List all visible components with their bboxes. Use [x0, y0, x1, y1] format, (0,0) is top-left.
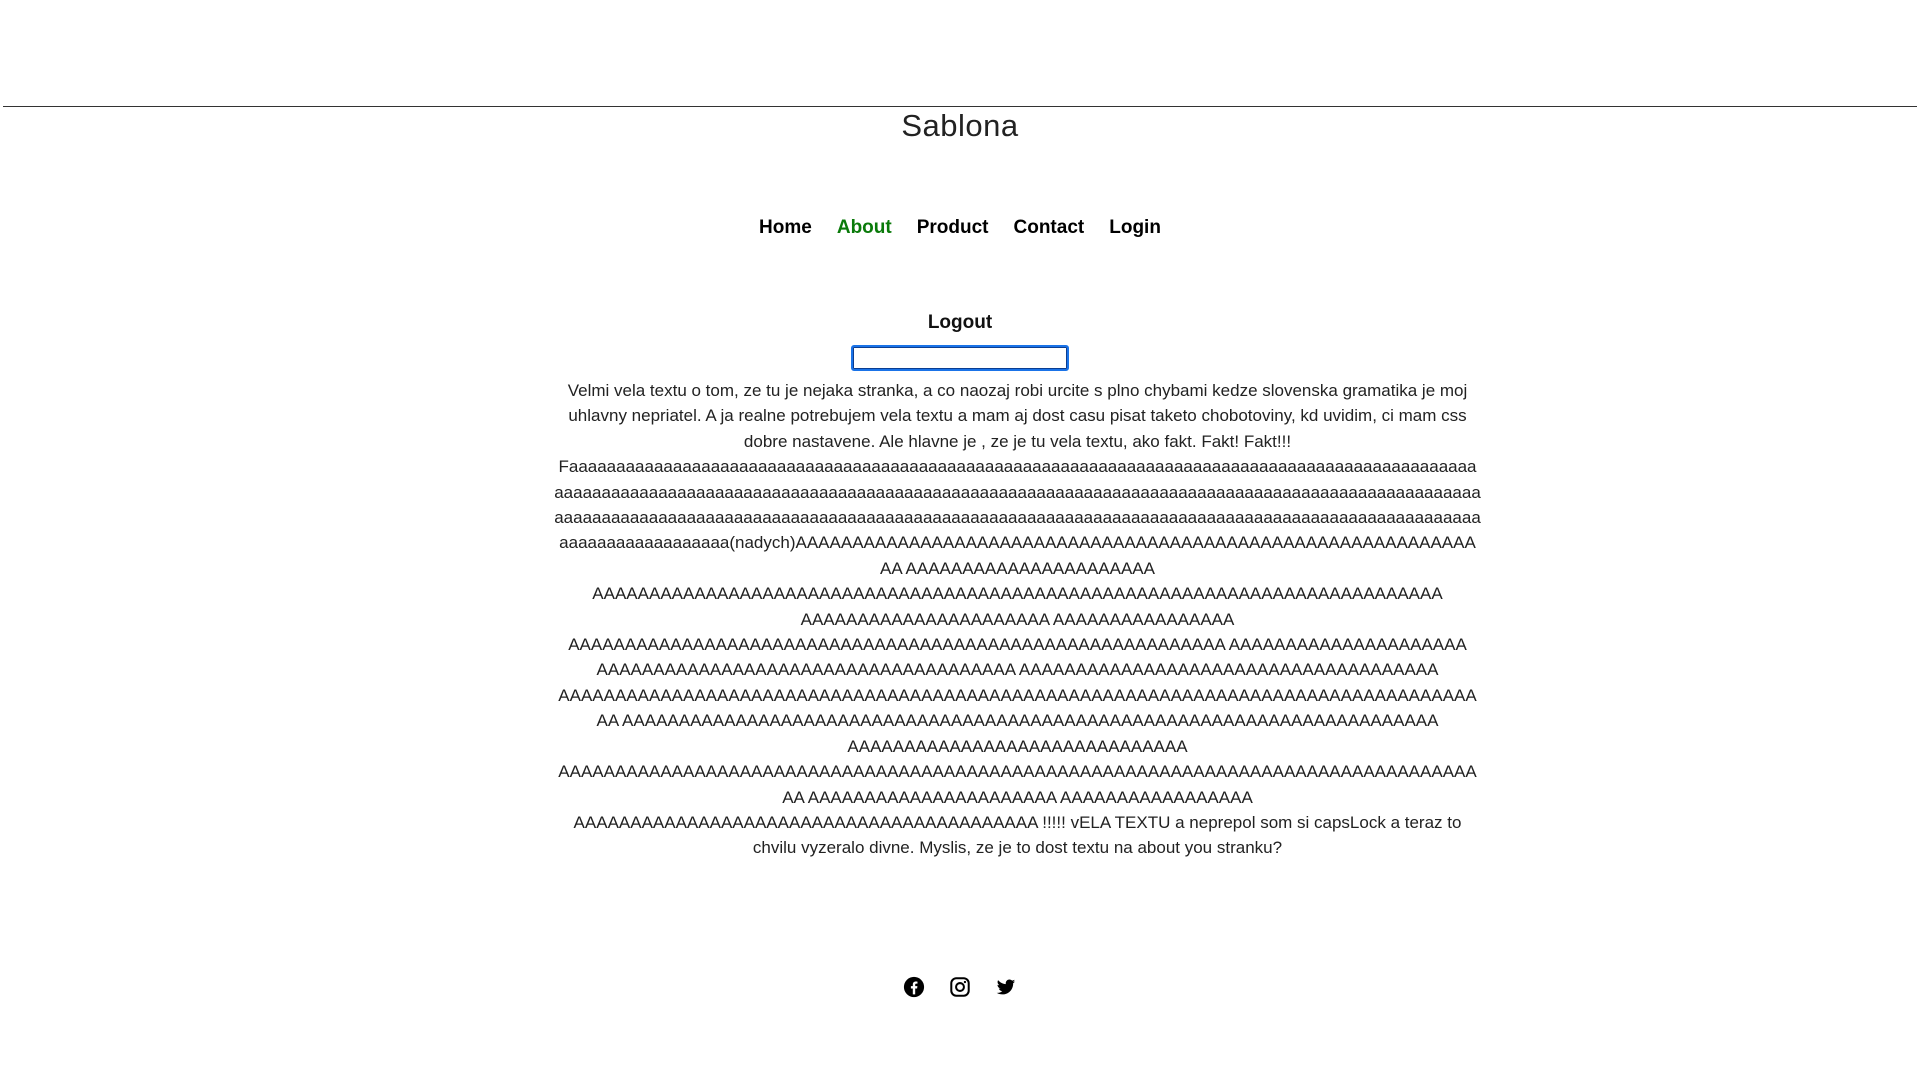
page: Sablona Home About Product Contact Login… [0, 0, 1920, 1080]
site-title: Sablona [901, 108, 1019, 143]
instagram-icon[interactable] [949, 976, 971, 998]
twitter-icon[interactable] [995, 976, 1017, 998]
nav-item-home[interactable]: Home [759, 217, 812, 239]
search-wrap [0, 345, 1920, 371]
social-links [0, 976, 1920, 998]
nav-item-login[interactable]: Login [1109, 217, 1161, 239]
nav-item-product[interactable]: Product [917, 217, 989, 239]
main-nav: Home About Product Contact Login [0, 217, 1920, 239]
nav-item-about[interactable]: About [837, 217, 892, 239]
nav-item-contact[interactable]: Contact [1014, 217, 1085, 239]
logout-link[interactable]: Logout [0, 312, 1920, 334]
about-text: Velmi vela textu o tom, ze tu je nejaka … [554, 381, 1481, 858]
top-divider [3, 106, 1917, 107]
text-input[interactable] [851, 345, 1069, 371]
facebook-icon[interactable] [903, 976, 925, 998]
